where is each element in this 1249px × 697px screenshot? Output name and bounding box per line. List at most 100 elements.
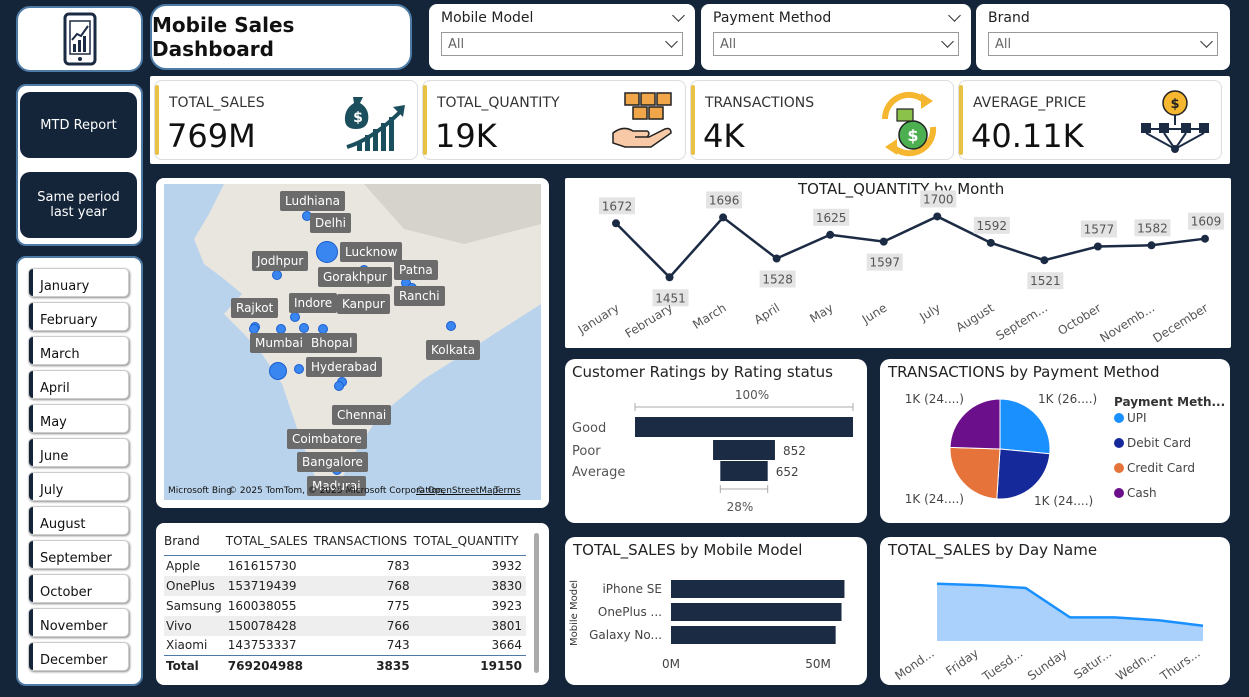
pie-slice[interactable] bbox=[996, 448, 1051, 500]
money-bag-growth-icon: $ bbox=[344, 97, 405, 151]
map-terms-link[interactable]: Terms bbox=[494, 486, 521, 496]
map-osm-link[interactable]: © OpenStreetMap bbox=[416, 486, 498, 496]
table-scrollbar[interactable] bbox=[534, 533, 539, 673]
month-button-october[interactable]: October bbox=[28, 574, 129, 603]
quantity-by-month-chart[interactable]: TOTAL_QUANTITY by Month 1672 1451 1696 1528… bbox=[565, 178, 1231, 348]
data-point[interactable] bbox=[719, 213, 728, 222]
x-tick-label: Tuesd... bbox=[979, 646, 1025, 684]
map-bubble[interactable] bbox=[299, 323, 309, 333]
month-button-july[interactable]: July bbox=[28, 472, 129, 501]
month-button-may[interactable]: May bbox=[28, 404, 129, 433]
phone-chart-icon bbox=[63, 12, 96, 66]
month-button-december[interactable]: December bbox=[28, 642, 129, 671]
month-button-november[interactable]: November bbox=[28, 608, 129, 637]
column-header[interactable]: TOTAL_QUANTITY bbox=[413, 533, 526, 556]
ratings-chart[interactable]: Customer Ratings by Rating status 100% Go… bbox=[565, 359, 867, 523]
table-row[interactable]: Xiaomi 143753337 743 3664 bbox=[164, 636, 526, 656]
data-point[interactable] bbox=[879, 237, 888, 246]
map-city-label: Kanpur bbox=[337, 294, 390, 314]
map-bubble[interactable] bbox=[316, 241, 338, 263]
table-cell: 766 bbox=[313, 615, 414, 636]
month-button-march[interactable]: March bbox=[28, 336, 129, 365]
rating-bar[interactable] bbox=[720, 461, 768, 481]
model-bar[interactable] bbox=[671, 626, 836, 644]
month-button-september[interactable]: September bbox=[28, 540, 129, 569]
month-button-june[interactable]: June bbox=[28, 438, 129, 467]
data-point[interactable] bbox=[665, 273, 674, 282]
sales-by-model-chart[interactable]: TOTAL_SALES by Mobile Model Mobile Model… bbox=[565, 537, 867, 685]
table-cell: 3923 bbox=[491, 598, 522, 613]
data-point[interactable] bbox=[1147, 241, 1156, 250]
column-header[interactable]: TRANSACTIONS bbox=[313, 533, 414, 556]
filter-dropdown[interactable]: All bbox=[988, 32, 1218, 56]
month-button-april[interactable]: April bbox=[28, 370, 129, 399]
table-cell: 3801 bbox=[413, 615, 526, 636]
map-bubble[interactable] bbox=[290, 312, 300, 322]
category-label: OnePlus ... bbox=[598, 605, 662, 619]
filter-payment-method[interactable]: Payment Method All bbox=[701, 4, 971, 70]
month-button-february[interactable]: February bbox=[28, 302, 129, 331]
svg-text:$: $ bbox=[1170, 97, 1179, 112]
data-point[interactable] bbox=[612, 219, 620, 228]
page-title: Mobile Sales Dashboard bbox=[152, 13, 295, 61]
map-city-label: Chennai bbox=[332, 405, 392, 425]
category-label: Galaxy No... bbox=[589, 628, 662, 642]
filter-dropdown[interactable]: All bbox=[713, 32, 959, 56]
table-cell: 160038055 bbox=[227, 598, 297, 613]
map-bubble[interactable] bbox=[272, 270, 282, 280]
column-header[interactable]: Brand bbox=[164, 533, 226, 556]
chevron-down-icon[interactable] bbox=[948, 9, 961, 22]
data-point[interactable] bbox=[986, 238, 995, 247]
same-period-button[interactable]: Same period last year bbox=[20, 172, 137, 238]
x-tick-label: January bbox=[575, 301, 622, 338]
rating-bar[interactable] bbox=[713, 440, 775, 460]
map-bubble[interactable] bbox=[294, 364, 304, 374]
chevron-down-icon[interactable] bbox=[672, 9, 685, 22]
month-button-august[interactable]: August bbox=[28, 506, 129, 535]
report-nav: MTD Report Same period last year bbox=[16, 84, 143, 246]
pie-slice[interactable] bbox=[999, 398, 1051, 455]
month-button-january[interactable]: January bbox=[28, 268, 129, 297]
x-tick-label: February bbox=[623, 301, 676, 341]
data-point[interactable] bbox=[1040, 256, 1049, 265]
table-cell: OnePlus bbox=[164, 575, 226, 596]
filter-brand[interactable]: Brand All bbox=[976, 4, 1230, 70]
sales-by-day-chart[interactable]: TOTAL_SALES by Day Name Mond... Friday Tue… bbox=[880, 537, 1230, 685]
kpi-transactions: TRANSACTIONS 4K $ bbox=[690, 80, 954, 160]
model-bar[interactable] bbox=[671, 580, 845, 598]
legend-item[interactable]: Credit Card bbox=[1127, 461, 1195, 475]
table-row[interactable]: OnePlus 153719439 768 3830 bbox=[164, 575, 526, 596]
data-point[interactable] bbox=[1093, 242, 1102, 251]
table-row[interactable]: Samsung 160038055 775 3923 bbox=[164, 596, 526, 616]
filter-dropdown[interactable]: All bbox=[441, 32, 683, 56]
x-tick-label: Sunday bbox=[1025, 646, 1070, 683]
data-point[interactable] bbox=[1201, 234, 1209, 243]
legend-item[interactable]: Cash bbox=[1127, 486, 1157, 500]
map-city-label: Gorakhpur bbox=[318, 267, 392, 287]
sales-map[interactable]: Ludhiana Delhi Jodhpur Lucknow Gorakhpur Patn… bbox=[156, 178, 549, 508]
table-row[interactable]: Apple 161615730 783 3932 bbox=[164, 556, 526, 576]
data-label: 652 bbox=[776, 465, 799, 479]
table-cell: 768 bbox=[313, 575, 414, 596]
map-city-label: Rajkot bbox=[231, 298, 279, 318]
rating-bar[interactable] bbox=[635, 417, 853, 437]
column-header[interactable]: TOTAL_SALES bbox=[225, 533, 314, 556]
table-total-cell: Total bbox=[164, 655, 226, 676]
payment-method-chart[interactable]: TRANSACTIONS by Payment Method 1K (26...… bbox=[880, 359, 1230, 523]
map-brand: Microsoft Bing bbox=[168, 486, 232, 496]
money-exchange-icon: $ bbox=[881, 91, 937, 157]
data-point[interactable] bbox=[826, 230, 835, 239]
data-point[interactable] bbox=[933, 212, 942, 221]
filter-mobile-model[interactable]: Mobile Model All bbox=[429, 4, 695, 70]
pie-slice[interactable] bbox=[949, 398, 1001, 450]
model-bar[interactable] bbox=[671, 603, 842, 621]
map-bubble[interactable] bbox=[334, 381, 344, 391]
map-bubble[interactable] bbox=[269, 362, 287, 380]
map-canvas[interactable]: Ludhiana Delhi Jodhpur Lucknow Gorakhpur Patn… bbox=[164, 184, 541, 500]
map-bubble[interactable] bbox=[446, 321, 456, 331]
mtd-report-button[interactable]: MTD Report bbox=[20, 92, 137, 158]
data-point[interactable] bbox=[772, 254, 781, 263]
table-row[interactable]: Vivo 150078428 766 3801 bbox=[164, 615, 526, 636]
legend-item[interactable]: UPI bbox=[1127, 411, 1147, 425]
legend-item[interactable]: Debit Card bbox=[1127, 436, 1191, 450]
